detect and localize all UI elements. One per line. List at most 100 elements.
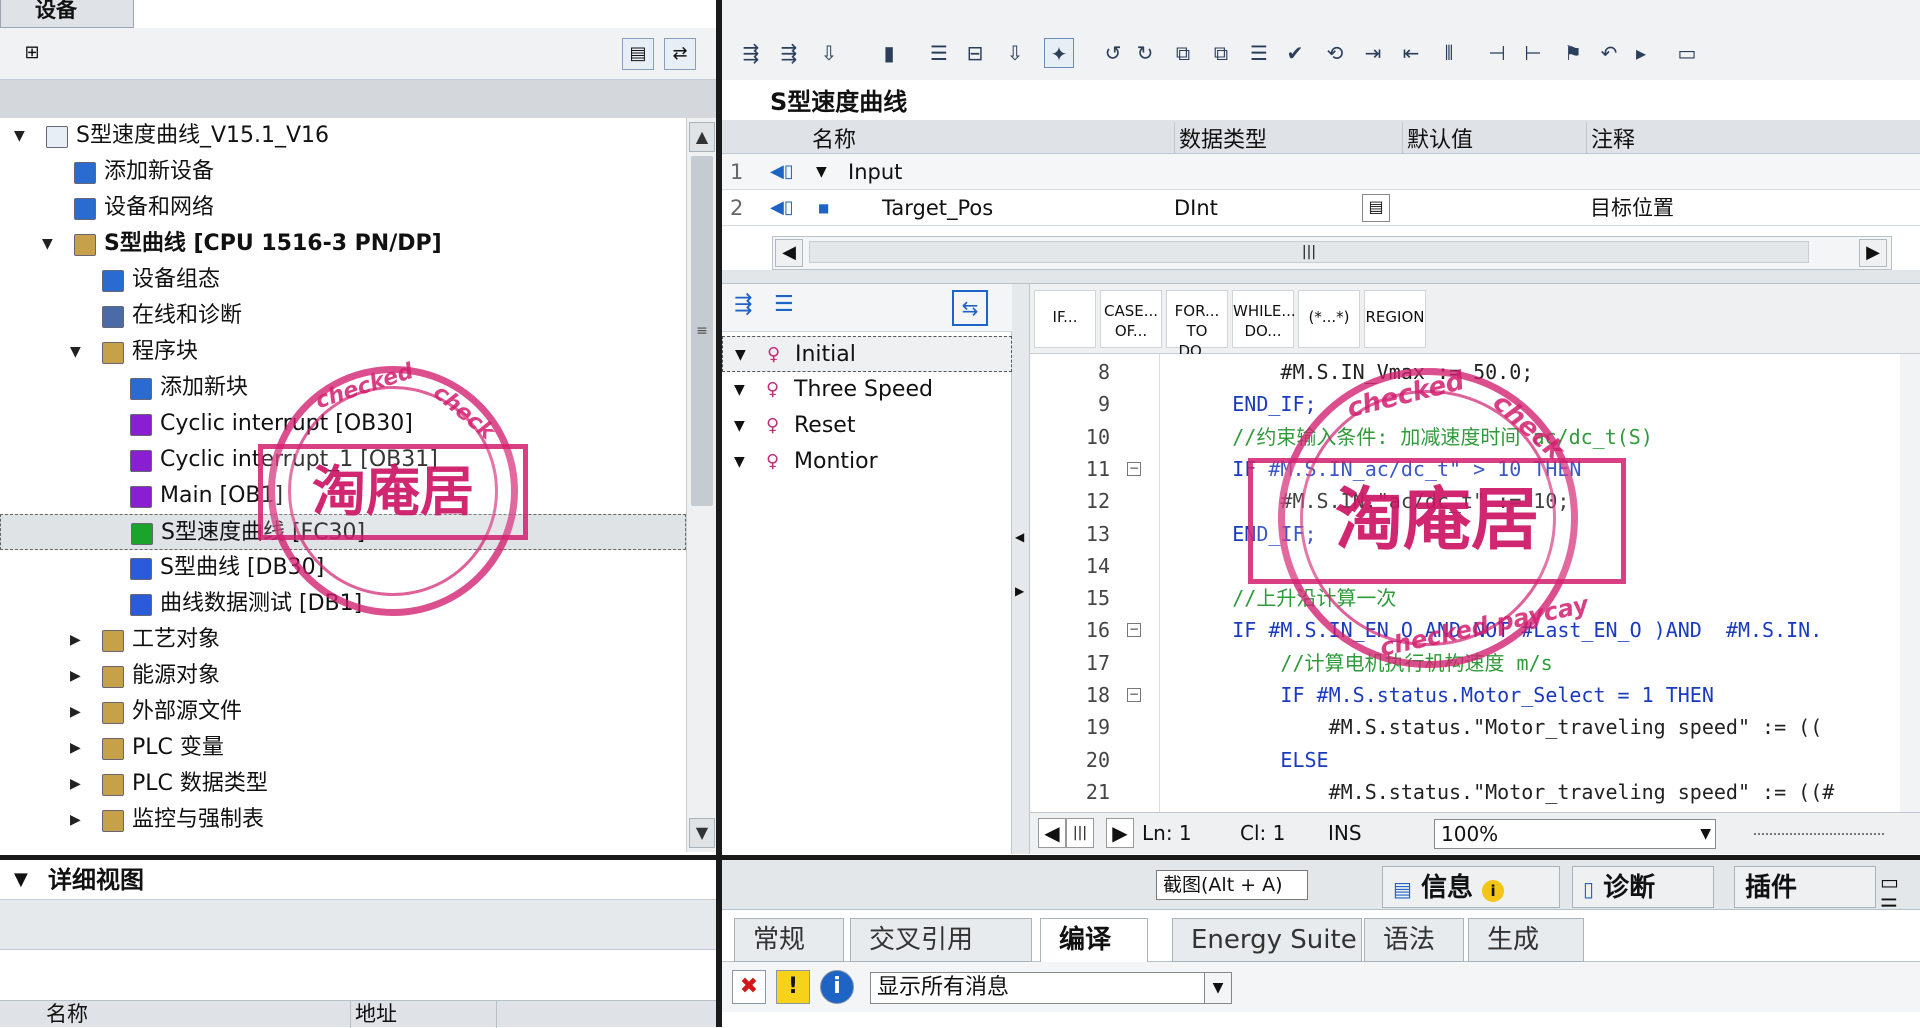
menu-icon[interactable]: ☰ (1244, 38, 1274, 68)
region-item[interactable]: ▼ ♀ Montior (722, 444, 1012, 480)
expand-arrow-icon[interactable]: ▼ (816, 154, 827, 190)
collapsed-arrow-icon[interactable]: ▶ (70, 622, 86, 658)
chevron-down-icon[interactable]: ▼ (1700, 820, 1711, 848)
col-address[interactable]: 地址 (350, 1001, 397, 1028)
tree-item[interactable]: Cyclic interrupt [OB30] (0, 406, 686, 442)
block-icon[interactable]: ⊟ (960, 38, 990, 68)
tree-item[interactable]: ▶ 能源对象 (0, 658, 686, 694)
subtab-syntax[interactable]: 语法 (1364, 918, 1464, 962)
undo-icon[interactable]: ⟲ (1320, 38, 1350, 68)
code-line[interactable]: //计算电机执行机构速度 m/s (1160, 647, 1552, 679)
code-area[interactable]: #M.S.IN_Vmax := 50.0; END_IF; //约束输入条件: … (1160, 354, 1920, 812)
expanded-arrow-icon[interactable]: ▼ (42, 226, 58, 262)
collapsed-arrow-icon[interactable]: ▶ (70, 658, 86, 694)
tree-item[interactable]: ▼ S型速度曲线_V15.1_V16 (0, 118, 686, 154)
scroll-left-icon[interactable]: ◀ (1038, 818, 1066, 848)
collapse-chevron-icon[interactable]: ▼ (14, 860, 28, 900)
keyword-button[interactable]: FOR... TO DO... (1166, 290, 1228, 360)
expanded-arrow-icon[interactable]: ▼ (70, 334, 86, 370)
expanded-arrow-icon[interactable]: ▼ (734, 408, 745, 444)
tree-item[interactable]: 曲线数据测试 [DB1] (0, 586, 686, 622)
tree-item[interactable]: ▶ 监控与强制表 (0, 802, 686, 838)
subtab-generate[interactable]: 生成 (1468, 918, 1584, 962)
tree-item[interactable]: ▼ S型曲线 [CPU 1516-3 PN/DP] (0, 226, 686, 262)
tab-plugins[interactable]: 插件 (1734, 866, 1876, 908)
chevron-down-icon[interactable]: ▼ (1204, 972, 1232, 1004)
tree-item[interactable]: ▶ PLC 数据类型 (0, 766, 686, 802)
refresh-icon[interactable]: ↻ (1130, 38, 1160, 68)
tree-item[interactable]: ▶ PLC 变量 (0, 730, 686, 766)
tab-info[interactable]: ▤ 信息 i (1382, 866, 1560, 908)
back-icon[interactable]: ↶ (1594, 38, 1624, 68)
tree-scrollbar[interactable]: ▲ ≡ ▼ (686, 118, 716, 852)
hscroll-thumb[interactable]: ||| (809, 241, 1809, 263)
tree-item[interactable]: 在线和诊断 (0, 298, 686, 334)
zoom-select[interactable]: 100% ▼ (1434, 819, 1716, 849)
code-line[interactable]: IF #M.S.IN_ac/dc_t" > 10 THEN (1160, 453, 1581, 485)
favorite-icon[interactable]: ✦ (1044, 38, 1074, 68)
tree-item[interactable]: ▶ 工艺对象 (0, 622, 686, 658)
expand-right-icon[interactable]: ▶ (1015, 584, 1024, 598)
keyword-button[interactable]: (*...*) (1298, 290, 1360, 348)
move-left-icon[interactable]: ⇤ (1396, 38, 1426, 68)
sync-region-icon[interactable]: ⇆ (952, 290, 988, 326)
detail-view-header[interactable]: ▼ 详细视图 (0, 860, 716, 900)
fold-toggle-icon[interactable]: − (1127, 461, 1141, 476)
scroll-right-icon[interactable]: ▶ (1106, 818, 1134, 848)
expanded-arrow-icon[interactable]: ▼ (14, 118, 30, 154)
zoom-slider[interactable] (1754, 813, 1884, 835)
interface-row[interactable]: 1 ◀▯ ▼ Input (722, 154, 1920, 190)
subtab-energy[interactable]: Energy Suite (1172, 918, 1362, 962)
tree-item[interactable]: S型曲线 [DB30] (0, 550, 686, 586)
code-line[interactable]: //约束输入条件: 加减速度时间 ac/dc_t(S) (1160, 421, 1653, 453)
fold-toggle-icon[interactable]: − (1127, 623, 1141, 638)
scroll-right-button[interactable]: ▶ (1859, 239, 1887, 267)
region-item[interactable]: ▼ ♀ Three Speed (722, 372, 1012, 408)
code-line[interactable]: IF #M.S.status.Motor_Select = 1 THEN (1160, 679, 1713, 711)
interface-hscroll[interactable]: ◀ ||| ▶ (772, 236, 1892, 270)
scroll-down-button[interactable]: ▼ (689, 818, 715, 848)
tree-item[interactable]: 设备组态 (0, 262, 686, 298)
interface-row[interactable]: 2 ◀▯ ■ Target_Pos DInt ▤ 目标位置 (722, 190, 1920, 226)
move-right-icon[interactable]: ⇥ (1358, 38, 1388, 68)
keyword-button[interactable]: WHILE... DO... (1232, 290, 1296, 348)
list-icon[interactable]: ☰ (924, 38, 954, 68)
keyword-button[interactable]: REGION (1364, 290, 1426, 348)
info-filter-icon[interactable]: i (820, 970, 854, 1004)
tab-diagnostics[interactable]: ▯ 诊断 (1572, 866, 1714, 908)
flag-icon[interactable]: ⚑ (1558, 38, 1588, 68)
code-line[interactable]: END_IF; (1160, 388, 1316, 420)
collapsed-arrow-icon[interactable]: ▶ (70, 694, 86, 730)
code-line[interactable]: END_IF; (1160, 518, 1316, 550)
tree-item[interactable]: S型速度曲线 [FC30] (0, 514, 686, 550)
monitor-icon[interactable]: ⊣ (1482, 38, 1512, 68)
tree-item[interactable]: ▼ 程序块 (0, 334, 686, 370)
subtab-general[interactable]: 常规 i (734, 918, 844, 996)
more-icon[interactable]: ▸ (1626, 38, 1656, 68)
code-line[interactable]: #M.S.IN."ac/dc_t" := 10; (1160, 485, 1569, 517)
code-line[interactable]: //上升沿计算一次 (1160, 582, 1396, 614)
warning-filter-icon[interactable]: ! (776, 970, 810, 1004)
keyword-button[interactable]: CASE... OF... (1100, 290, 1162, 348)
subtab-compile[interactable]: 编译 (1040, 918, 1148, 962)
align-icon[interactable]: ⫴ (1434, 38, 1464, 68)
expanded-arrow-icon[interactable]: ▼ (734, 372, 745, 408)
outdent-icon[interactable]: ⇶ (774, 38, 804, 68)
copy-icon[interactable]: ⧉ (1168, 38, 1198, 68)
tree-item[interactable]: Cyclic interrupt_1 [OB31] (0, 442, 686, 478)
breakpoint-icon[interactable]: ⊢ (1518, 38, 1548, 68)
expanded-arrow-icon[interactable]: ▼ (734, 444, 745, 480)
download-icon[interactable]: ⇩ (1000, 38, 1030, 68)
indent-icon[interactable]: ⇶ (736, 38, 766, 68)
message-filter-select[interactable]: 显示所有消息 ▼ (870, 972, 1232, 1004)
overview-view-icon[interactable]: ▤ (622, 38, 654, 70)
scroll-left-button[interactable]: ◀ (775, 239, 803, 267)
code-line[interactable]: ELSE (1160, 744, 1328, 776)
new-group-icon[interactable]: ⊞ (16, 38, 48, 70)
devices-tab[interactable]: 设备 (0, 0, 134, 28)
expand-all-icon[interactable]: ⇶ (734, 292, 752, 317)
window-icon[interactable]: ▭ (1672, 38, 1702, 68)
error-filter-icon[interactable]: ✖ (732, 970, 766, 1004)
fold-toggle-icon[interactable]: − (1127, 688, 1141, 702)
col-name[interactable]: 名称 (46, 1001, 88, 1028)
